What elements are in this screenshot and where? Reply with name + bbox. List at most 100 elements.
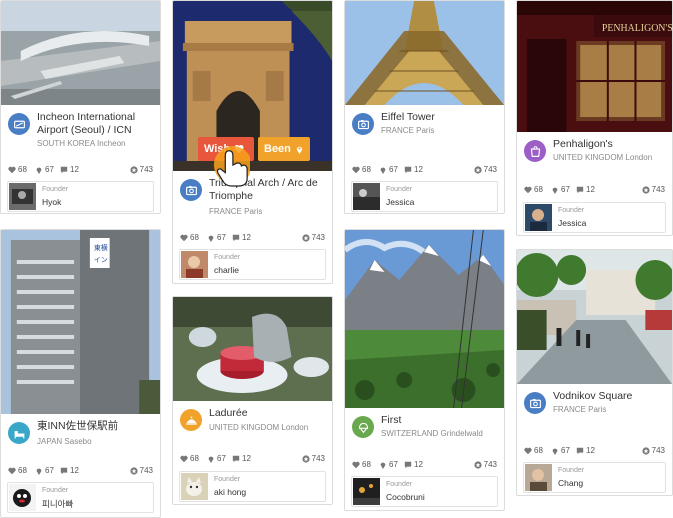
place-photo[interactable]: 東横 イン [1, 230, 160, 414]
founder-box[interactable]: Founder charlie [179, 249, 326, 280]
founder-name[interactable]: charlie [214, 265, 239, 275]
comment-icon [232, 455, 240, 462]
visited-count[interactable]: 67 [551, 185, 570, 194]
comment-count[interactable]: 12 [232, 233, 251, 242]
like-count[interactable]: 68 [8, 466, 27, 475]
comment-count[interactable]: 12 [404, 165, 423, 174]
comment-icon [404, 166, 412, 173]
heart-icon [352, 461, 360, 468]
place-card[interactable]: PENHALIGON'S Penhaligon's UNITED KINGDOM… [516, 0, 673, 236]
founder-name[interactable]: Chang [558, 478, 583, 488]
comment-count[interactable]: 12 [404, 460, 423, 469]
avatar[interactable] [525, 464, 552, 491]
place-card[interactable]: 東横 イン 東INN佐世保駅前 JAPAN Sasebo 68 67 12 74… [0, 229, 161, 518]
comment-icon [60, 467, 68, 474]
like-count[interactable]: 68 [180, 454, 199, 463]
like-count[interactable]: 68 [352, 165, 371, 174]
monument-icon [524, 392, 546, 414]
place-photo[interactable] [173, 297, 332, 401]
visited-count[interactable]: 67 [35, 165, 54, 174]
visited-count[interactable]: 67 [379, 165, 398, 174]
founder-box[interactable]: Founder Hyok [7, 181, 154, 212]
like-count[interactable]: 68 [524, 446, 543, 455]
like-count[interactable]: 68 [352, 460, 371, 469]
place-location: FRANCE Paris [209, 207, 263, 216]
place-card[interactable]: Eiffel Tower FRANCE Paris 68 67 12 743 F… [344, 0, 505, 214]
place-photo[interactable] [1, 1, 160, 105]
visited-count[interactable]: 67 [379, 460, 398, 469]
avatar[interactable] [181, 251, 208, 278]
heart-icon [524, 186, 532, 193]
visited-count[interactable]: 67 [35, 466, 54, 475]
place-location: FRANCE Paris [381, 126, 435, 135]
founder-box[interactable]: Founder Jessica [523, 202, 666, 233]
avatar[interactable] [9, 484, 36, 511]
founder-label: Founder [42, 487, 69, 494]
founder-name[interactable]: Cocobruni [386, 492, 425, 502]
comment-icon [576, 447, 584, 454]
score: 743 [642, 446, 665, 455]
been-button[interactable]: Been [258, 137, 310, 161]
star-icon [474, 165, 482, 174]
comment-count[interactable]: 12 [60, 165, 79, 174]
stats-row: 68 67 12 743 [8, 466, 153, 478]
visited-count[interactable]: 67 [207, 454, 226, 463]
like-count[interactable]: 68 [524, 185, 543, 194]
comment-count[interactable]: 12 [232, 454, 251, 463]
founder-box[interactable]: Founder 피니아빠 [7, 482, 154, 513]
comment-count[interactable]: 12 [576, 185, 595, 194]
been-label: Been [264, 143, 291, 155]
place-photo[interactable]: PENHALIGON'S [517, 1, 672, 132]
avatar[interactable] [525, 204, 552, 231]
founder-label: Founder [386, 481, 413, 488]
place-photo[interactable] [345, 1, 504, 105]
founder-label: Founder [214, 476, 241, 483]
place-photo[interactable] [345, 230, 504, 408]
founder-name[interactable]: 피니아빠 [42, 498, 73, 510]
founder-box[interactable]: Founder aki hong [179, 471, 326, 502]
place-card[interactable]: Vodnikov Square FRANCE Paris 68 67 12 74… [516, 249, 673, 496]
stats-row: 68 67 12 743 [352, 165, 497, 177]
place-card[interactable]: Incheon International Airport (Seoul) / … [0, 0, 161, 214]
founder-name[interactable]: Jessica [558, 218, 586, 228]
like-count[interactable]: 68 [8, 165, 27, 174]
avatar[interactable] [181, 473, 208, 500]
like-count[interactable]: 68 [180, 233, 199, 242]
place-location: SWITZERLAND Grindelwald [381, 429, 483, 438]
place-name[interactable]: Ladurée [209, 407, 326, 420]
place-photo[interactable] [517, 250, 672, 384]
place-name[interactable]: Penhaligon's [553, 138, 666, 151]
place-location: FRANCE Paris [553, 405, 607, 414]
pin-icon [208, 235, 214, 242]
place-location: UNITED KINGDOM London [553, 153, 653, 162]
avatar[interactable] [353, 478, 380, 505]
place-name[interactable]: First [381, 414, 498, 427]
avatar[interactable] [9, 183, 36, 210]
place-name[interactable]: Eiffel Tower [381, 111, 498, 124]
place-name[interactable]: Vodnikov Square [553, 390, 666, 403]
comment-icon [60, 166, 68, 173]
pin-icon [296, 146, 303, 154]
heart-icon [8, 166, 16, 173]
founder-name[interactable]: Jessica [386, 197, 414, 207]
place-name[interactable]: Incheon International Airport (Seoul) / … [37, 111, 154, 137]
place-name[interactable]: 東INN佐世保駅前 [37, 420, 154, 433]
visited-count[interactable]: 67 [551, 446, 570, 455]
heart-icon [180, 455, 188, 462]
founder-box[interactable]: Founder Chang [523, 462, 666, 493]
pin-icon [380, 462, 386, 469]
comment-count[interactable]: 12 [576, 446, 595, 455]
place-card[interactable]: Ladurée UNITED KINGDOM London 68 67 12 7… [172, 296, 333, 505]
score: 743 [302, 233, 325, 242]
place-card[interactable]: First SWITZERLAND Grindelwald 68 67 12 7… [344, 229, 505, 511]
visited-count[interactable]: 67 [207, 233, 226, 242]
founder-name[interactable]: aki hong [214, 487, 246, 497]
founder-label: Founder [386, 186, 413, 193]
founder-name[interactable]: Hyok [42, 197, 61, 207]
founder-box[interactable]: Founder Jessica [351, 181, 498, 212]
hotel-icon [8, 422, 30, 444]
founder-box[interactable]: Founder Cocobruni [351, 476, 498, 507]
comment-count[interactable]: 12 [60, 466, 79, 475]
founder-label: Founder [558, 207, 585, 214]
avatar[interactable] [353, 183, 380, 210]
